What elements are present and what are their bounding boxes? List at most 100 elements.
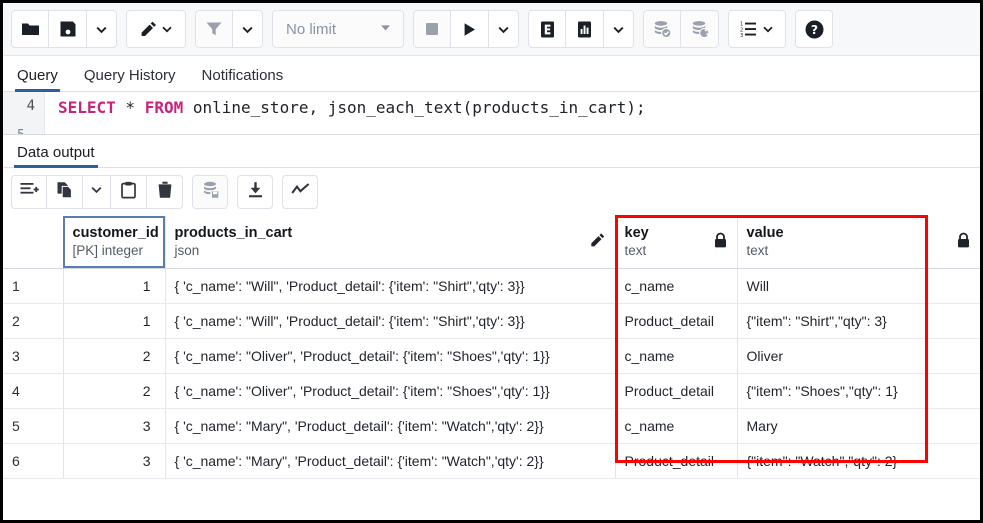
macros-button[interactable]: 1 2 3 [728, 10, 786, 48]
open-file-button[interactable] [11, 10, 49, 48]
table-row[interactable]: 6 3 { 'c_name': "Mary", 'Product_detail'… [3, 443, 980, 478]
table-row[interactable]: 1 1 { 'c_name': "Will", 'Product_detail'… [3, 268, 980, 303]
edit-button[interactable] [126, 10, 186, 48]
table-row[interactable]: 3 2 { 'c_name': "Oliver", 'Product_detai… [3, 338, 980, 373]
cell-customer-id[interactable]: 3 [63, 408, 165, 443]
row-number-header [3, 216, 63, 268]
query-tool-tabs: Query Query History Notifications [3, 56, 980, 92]
cell-products-in-cart[interactable]: { 'c_name': "Mary", 'Product_detail': {'… [165, 408, 615, 443]
cell-row-number: 5 [3, 408, 63, 443]
chevron-down-icon [497, 23, 510, 36]
cell-value[interactable]: {"item": "Watch","qty": 2} [737, 443, 980, 478]
cell-key[interactable]: c_name [615, 408, 737, 443]
cell-row-number: 6 [3, 443, 63, 478]
tab-data-output[interactable]: Data output [14, 144, 98, 167]
database-rollback-icon [690, 19, 710, 39]
tab-notifications-label: Notifications [202, 67, 284, 84]
save-data-changes-button[interactable] [192, 175, 228, 209]
sql-editor[interactable]: 4 SELECT * FROM online_store, json_each_… [3, 92, 980, 134]
explain-analyze-button[interactable] [566, 10, 604, 48]
explain-dropdown-button[interactable] [604, 10, 634, 48]
rollback-button[interactable] [681, 10, 719, 48]
chevron-down-icon [612, 23, 625, 36]
column-header-products-in-cart[interactable]: products_in_cart json [165, 216, 615, 268]
cell-value[interactable]: Will [737, 268, 980, 303]
cell-customer-id[interactable]: 3 [63, 443, 165, 478]
cell-customer-id[interactable]: 2 [63, 338, 165, 373]
results-table-head: customer_id [PK] integer products_in_car… [3, 216, 980, 268]
column-header-key[interactable]: key text [615, 216, 737, 268]
cell-value[interactable]: {"item": "Shoes","qty": 1} [737, 373, 980, 408]
output-panel-tabs: Data output [3, 134, 980, 168]
cell-row-number: 1 [3, 268, 63, 303]
add-row-button[interactable] [11, 175, 47, 209]
help-button[interactable]: ? [795, 10, 833, 48]
cell-value[interactable]: {"item": "Shirt","qty": 3} [737, 303, 980, 338]
save-dropdown-button[interactable] [87, 10, 117, 48]
explain-e-icon [538, 20, 557, 39]
column-header-customer-id-name: customer_id [73, 224, 156, 242]
table-row[interactable]: 4 2 { 'c_name': "Oliver", 'Product_detai… [3, 373, 980, 408]
explain-button[interactable] [528, 10, 566, 48]
filter-dropdown-button[interactable] [233, 10, 263, 48]
cell-products-in-cart[interactable]: { 'c_name': "Will", 'Product_detail': {'… [165, 303, 615, 338]
line-chart-icon [291, 182, 310, 202]
tab-query-history[interactable]: Query History [82, 67, 178, 91]
svg-text:3: 3 [740, 33, 743, 38]
table-header-row: customer_id [PK] integer products_in_car… [3, 216, 980, 268]
tab-notifications[interactable]: Notifications [200, 67, 286, 91]
chevron-down-icon [762, 23, 774, 35]
cell-key[interactable]: Product_detail [615, 443, 737, 478]
copy-dropdown-button[interactable] [83, 175, 111, 209]
cell-customer-id[interactable]: 2 [63, 373, 165, 408]
column-header-value-type: text [747, 242, 784, 260]
column-header-customer-id[interactable]: customer_id [PK] integer [63, 216, 165, 268]
explain-button-group [528, 10, 634, 48]
cell-customer-id[interactable]: 1 [63, 268, 165, 303]
delete-row-button[interactable] [147, 175, 183, 209]
cell-products-in-cart[interactable]: { 'c_name': "Mary", 'Product_detail': {'… [165, 443, 615, 478]
table-row[interactable]: 2 1 { 'c_name': "Will", 'Product_detail'… [3, 303, 980, 338]
chevron-down-icon [90, 183, 103, 201]
sql-star: * [116, 98, 145, 117]
cell-value[interactable]: Mary [737, 408, 980, 443]
stop-query-button[interactable] [413, 10, 451, 48]
download-csv-button[interactable] [237, 175, 273, 209]
save-file-button[interactable] [49, 10, 87, 48]
cell-row-number: 3 [3, 338, 63, 373]
row-edit-button-group [11, 175, 183, 209]
column-header-value[interactable]: value text [737, 216, 980, 268]
cell-key[interactable]: c_name [615, 268, 737, 303]
pencil-icon[interactable] [589, 232, 606, 252]
commit-button[interactable] [643, 10, 681, 48]
execute-dropdown-button[interactable] [489, 10, 519, 48]
stop-square-icon [424, 21, 440, 37]
pencil-icon [139, 20, 158, 39]
numbered-list-chevron-icon: 1 2 3 [740, 20, 760, 38]
filter-button-group [195, 10, 263, 48]
graph-visualiser-button[interactable] [282, 175, 318, 209]
cell-key[interactable]: c_name [615, 338, 737, 373]
save-data-group [192, 175, 228, 209]
column-header-value-name: value [747, 224, 784, 242]
lock-icon [956, 232, 971, 252]
cell-products-in-cart[interactable]: { 'c_name': "Oliver", 'Product_detail': … [165, 373, 615, 408]
data-output-grid[interactable]: customer_id [PK] integer products_in_car… [3, 216, 980, 466]
cell-products-in-cart[interactable]: { 'c_name': "Oliver", 'Product_detail': … [165, 338, 615, 373]
svg-text:?: ? [810, 22, 817, 37]
paste-button[interactable] [111, 175, 147, 209]
copy-button[interactable] [47, 175, 83, 209]
filter-button[interactable] [195, 10, 233, 48]
column-header-customer-id-type: [PK] integer [73, 242, 156, 260]
cell-value[interactable]: Oliver [737, 338, 980, 373]
row-limit-select[interactable]: No limit [272, 10, 404, 48]
cell-key[interactable]: Product_detail [615, 303, 737, 338]
table-row[interactable]: 5 3 { 'c_name': "Mary", 'Product_detail'… [3, 408, 980, 443]
execute-query-button[interactable] [451, 10, 489, 48]
cell-products-in-cart[interactable]: { 'c_name': "Will", 'Product_detail': {'… [165, 268, 615, 303]
cell-customer-id[interactable]: 1 [63, 303, 165, 338]
cell-key[interactable]: Product_detail [615, 373, 737, 408]
column-header-products-in-cart-name: products_in_cart [175, 224, 293, 242]
tab-query[interactable]: Query [15, 67, 60, 91]
macros-button-group: 1 2 3 [728, 10, 786, 48]
